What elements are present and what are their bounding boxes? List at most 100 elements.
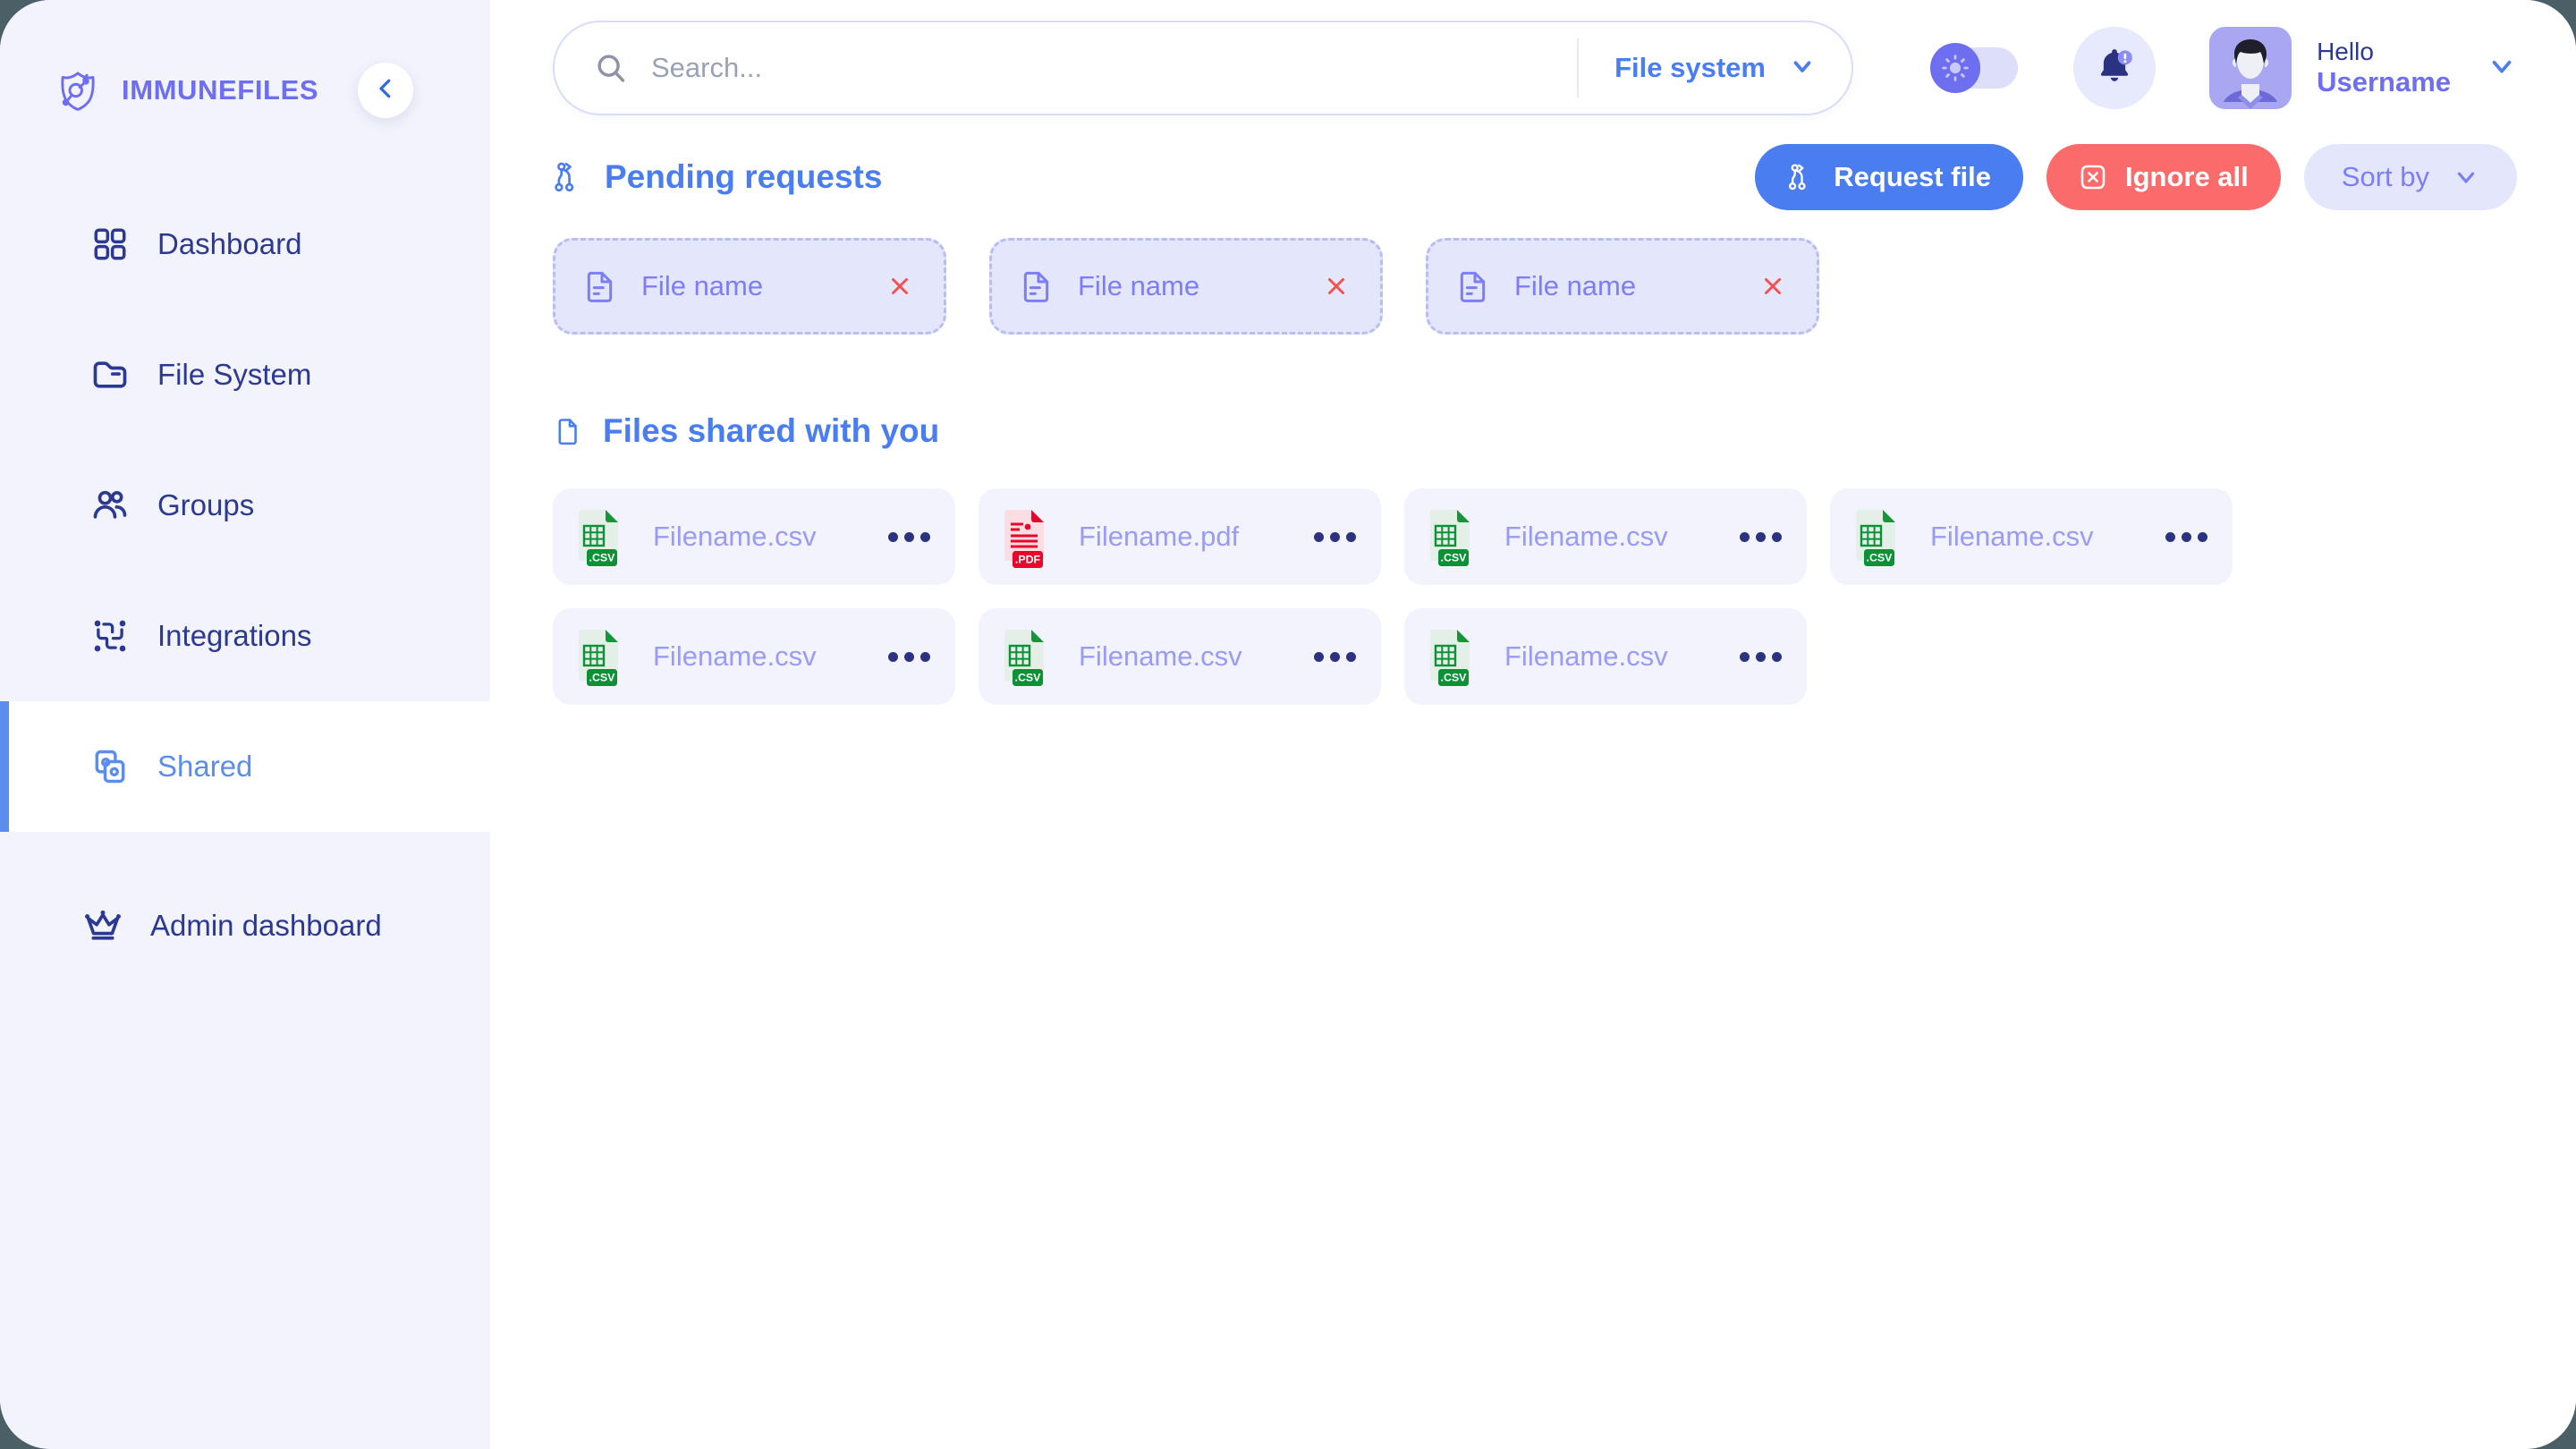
chevron-left-icon (372, 75, 399, 106)
svg-text:.CSV: .CSV (589, 552, 616, 564)
sidebar-item-label: Integrations (157, 619, 312, 652)
shared-files-header: Files shared with you (553, 390, 2517, 472)
main-content: File system (490, 0, 2576, 1449)
svg-text:.CSV: .CSV (1867, 552, 1894, 564)
svg-text:.CSV: .CSV (1441, 552, 1468, 564)
search-scope-dropdown[interactable]: File system (1579, 52, 1852, 84)
more-horizontal-icon[interactable] (874, 531, 930, 542)
pdf-file-icon: .PDF (1002, 506, 1057, 568)
csv-file-icon: .CSV (1428, 506, 1483, 567)
search-input[interactable] (651, 52, 1578, 84)
file-name: Filename.csv (1079, 640, 1242, 672)
search-icon (594, 51, 628, 85)
shared-files-title: Files shared with you (553, 412, 939, 450)
svg-text:.PDF: .PDF (1015, 554, 1041, 566)
file-card[interactable]: .CSV Filename.csv (1404, 608, 1807, 705)
shield-virus-icon (54, 66, 102, 114)
file-name: Filename.csv (1504, 640, 1668, 672)
user-greeting: Hello (2317, 38, 2374, 66)
section-title-text: Pending requests (605, 158, 883, 195)
sidebar-item-integrations[interactable]: Integrations (0, 571, 490, 701)
ignore-all-button[interactable]: Ignore all (2046, 144, 2281, 210)
users-icon (89, 485, 131, 526)
file-card[interactable]: .CSV Filename.csv (553, 608, 955, 705)
more-horizontal-icon[interactable] (874, 651, 930, 662)
csv-file-icon: .CSV (1002, 626, 1057, 687)
shared-nodes-icon (89, 746, 131, 787)
file-name: Filename.csv (653, 640, 817, 672)
brand: IMMUNEFILES (0, 50, 490, 131)
close-icon[interactable] (879, 266, 920, 307)
document-icon (582, 268, 618, 304)
csv-file-icon: .CSV (1853, 506, 1909, 567)
notifications-button[interactable] (2073, 27, 2157, 109)
avatar (2209, 27, 2292, 109)
document-icon (1455, 268, 1491, 304)
request-file-label: Request file (1834, 161, 1991, 192)
app-window: IMMUNEFILES Dashboard File System Groups… (0, 0, 2576, 1449)
sidebar: IMMUNEFILES Dashboard File System Groups… (0, 0, 490, 1449)
svg-text:.CSV: .CSV (1441, 672, 1468, 684)
sort-by-label: Sort by (2341, 161, 2429, 192)
file-card[interactable]: .CSV Filename.csv (1830, 488, 2233, 585)
sort-by-button[interactable]: Sort by (2303, 144, 2517, 210)
svg-text:.CSV: .CSV (1015, 672, 1042, 684)
crown-icon (82, 905, 123, 946)
sidebar-item-groups[interactable]: Groups (0, 440, 490, 571)
sidebar-item-shared[interactable]: Shared (0, 701, 490, 832)
section-title-text: Files shared with you (603, 412, 940, 449)
sidebar-item-file-system[interactable]: File System (0, 309, 490, 440)
more-horizontal-icon[interactable] (1300, 651, 1356, 662)
file-name: Filename.csv (1504, 521, 1668, 552)
file-icon (553, 416, 583, 446)
more-horizontal-icon[interactable] (1725, 531, 1782, 542)
grid-icon (89, 224, 131, 265)
file-name: Filename.csv (1930, 521, 2094, 552)
chevron-down-icon (2453, 164, 2479, 191)
user-menu[interactable]: Hello Username (2209, 27, 2517, 109)
sidebar-collapse-button[interactable] (358, 63, 413, 118)
x-box-icon (2079, 163, 2107, 191)
more-horizontal-icon[interactable] (2151, 531, 2207, 542)
more-horizontal-icon[interactable] (1300, 531, 1356, 542)
pending-request-name: File name (1078, 270, 1200, 301)
pending-request-card[interactable]: File name (553, 238, 946, 335)
bell-icon (2092, 44, 2137, 93)
close-icon[interactable] (1316, 266, 1357, 307)
theme-toggle[interactable] (1930, 43, 2019, 93)
pending-requests-grid: File name File name File name (553, 238, 2517, 335)
close-icon[interactable] (1752, 266, 1793, 307)
pending-request-card[interactable]: File name (989, 238, 1383, 335)
pending-request-card[interactable]: File name (1426, 238, 1819, 335)
topbar: File system (490, 0, 2576, 136)
csv-file-icon: .CSV (1428, 626, 1483, 687)
search-scope-label: File system (1614, 52, 1766, 83)
chevron-down-icon[interactable] (2487, 51, 2517, 86)
shared-files-grid: .CSV Filename.csv .PDF Filename.pdf .CSV… (553, 488, 2517, 705)
file-name: Filename.pdf (1079, 521, 1240, 552)
file-card[interactable]: .PDF Filename.pdf (979, 488, 1381, 585)
more-horizontal-icon[interactable] (1725, 651, 1782, 662)
topbar-right: Hello Username (1930, 27, 2517, 109)
share-nodes-icon (1787, 163, 1816, 191)
file-name: Filename.csv (653, 521, 817, 552)
content-area: Pending requests Request file Ignore all… (490, 136, 2576, 705)
sun-icon (1930, 43, 1981, 93)
sidebar-item-label: Dashboard (157, 227, 302, 260)
file-card[interactable]: .CSV Filename.csv (1404, 488, 1807, 585)
svg-text:.CSV: .CSV (589, 672, 616, 684)
sidebar-item-label: Shared (157, 750, 253, 783)
search-bar: File system (553, 21, 1853, 115)
ignore-all-label: Ignore all (2124, 161, 2249, 192)
file-card[interactable]: .CSV Filename.csv (979, 608, 1381, 705)
chevron-down-icon (1789, 53, 1816, 84)
sidebar-item-admin-dashboard[interactable]: Admin dashboard (0, 860, 490, 991)
integrations-icon (89, 615, 131, 657)
file-card[interactable]: .CSV Filename.csv (553, 488, 955, 585)
pending-request-name: File name (1514, 270, 1637, 301)
sidebar-item-dashboard[interactable]: Dashboard (0, 179, 490, 309)
pending-requests-actions: Request file Ignore all Sort by (1755, 144, 2517, 210)
request-file-button[interactable]: Request file (1755, 144, 2023, 210)
pending-requests-header: Pending requests Request file Ignore all… (553, 136, 2517, 218)
csv-file-icon: .CSV (576, 626, 631, 687)
